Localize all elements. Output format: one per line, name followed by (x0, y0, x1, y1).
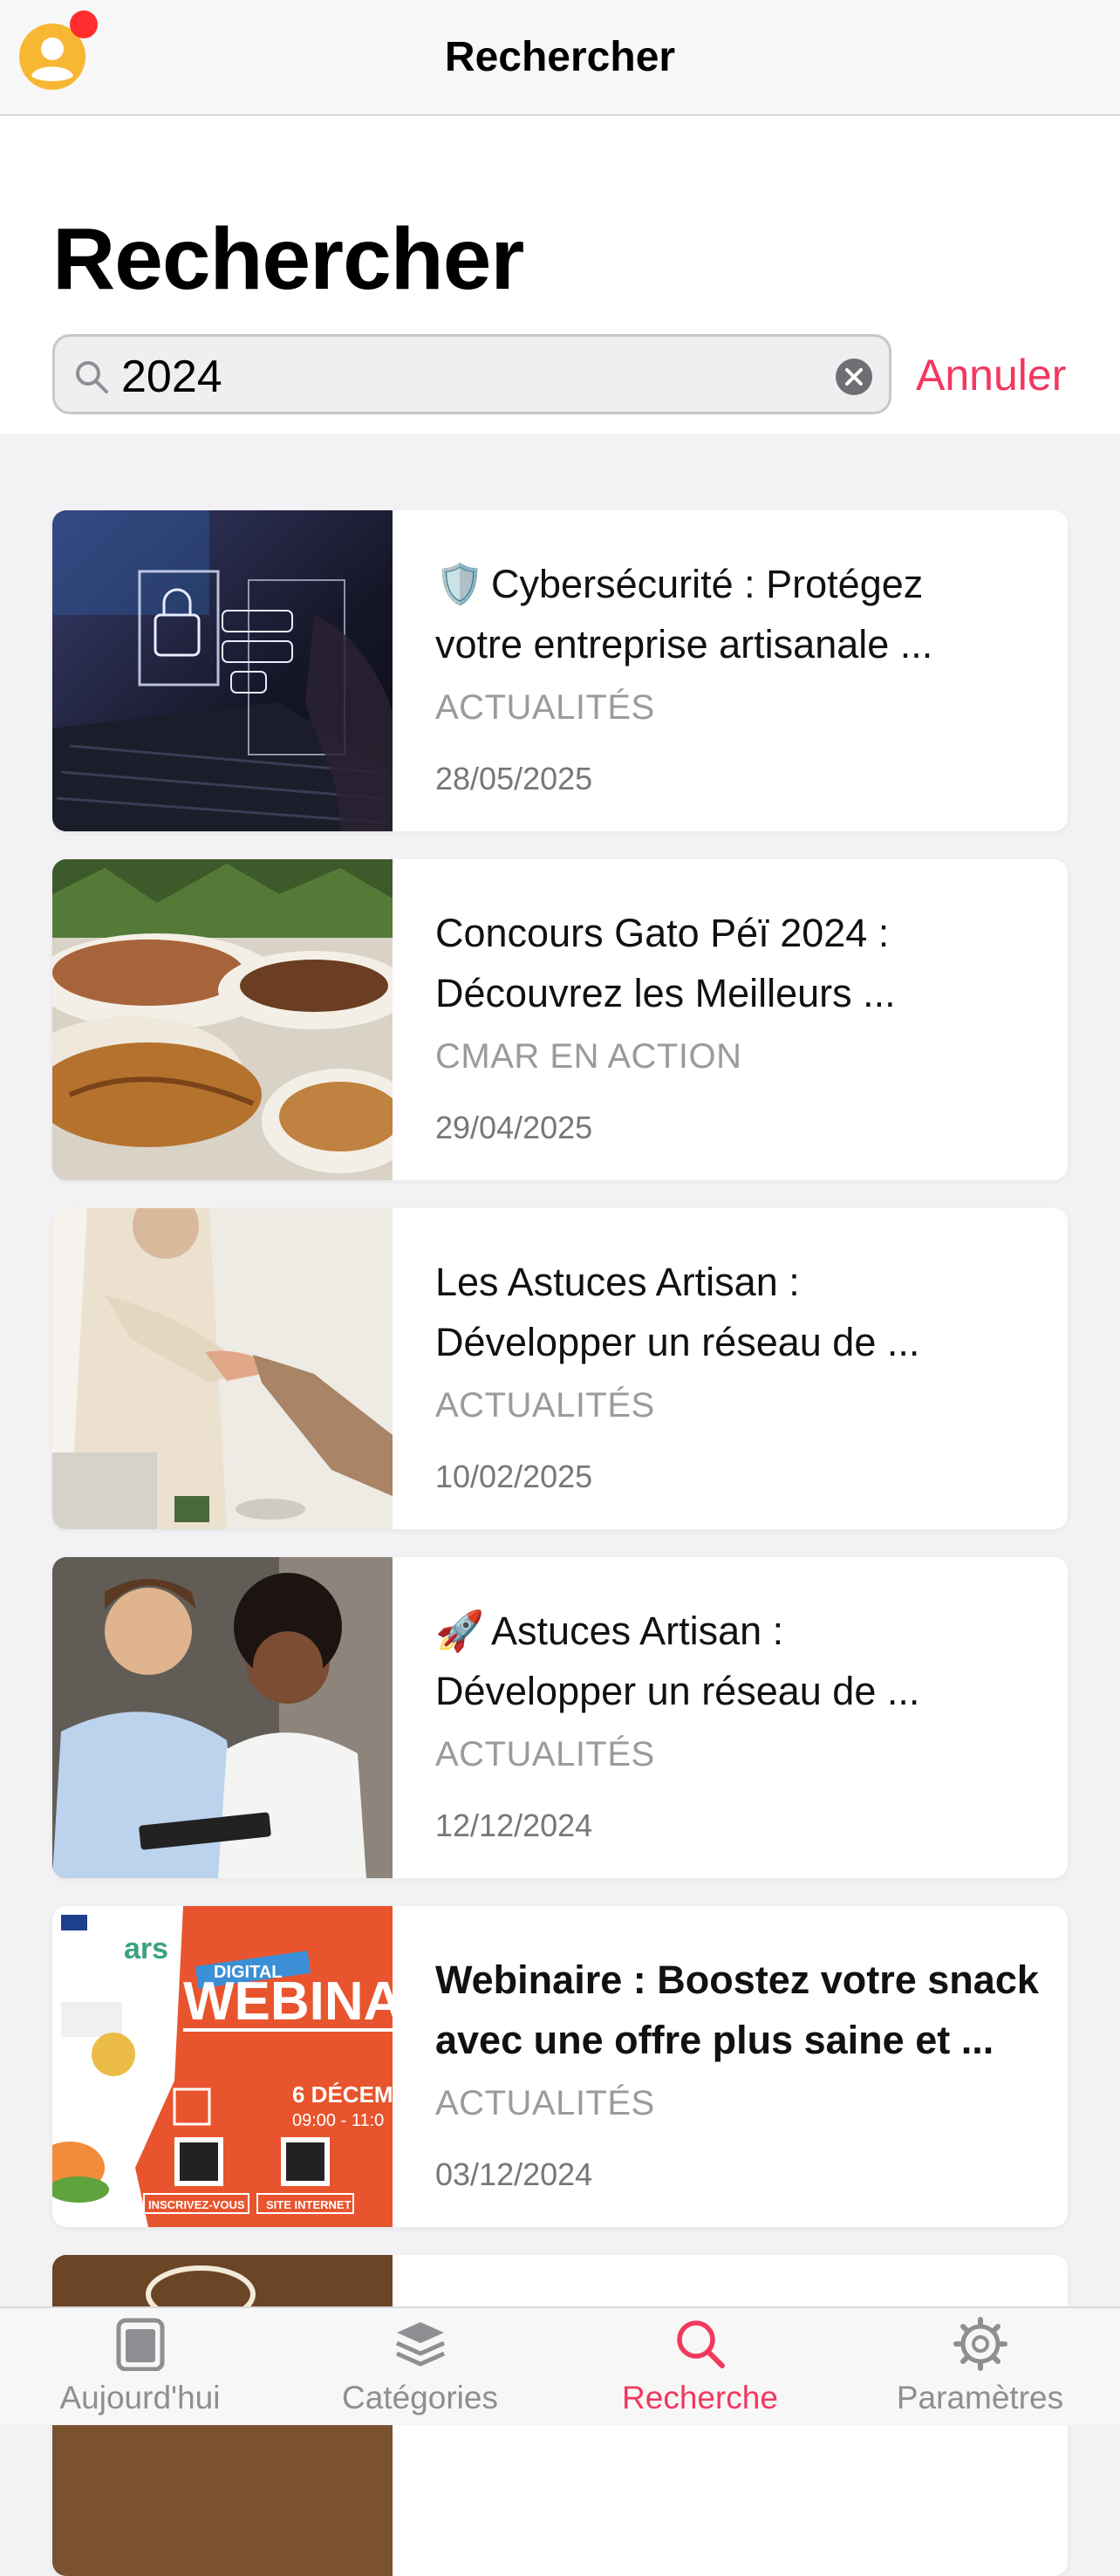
tab-settings[interactable]: Paramètres (840, 2308, 1120, 2425)
list-item[interactable]: Concours Gato Péï 2024 : Découvrez les M… (52, 859, 1068, 1180)
list-item[interactable]: 🛡️ Cybersécurité : Protégez votre entrepr… (52, 510, 1068, 831)
navigation-bar: Rechercher (0, 0, 1120, 116)
poster-button-website: SITE INTERNET (266, 2198, 352, 2211)
card-date: 28/05/2025 (435, 761, 593, 796)
card-category: CMAR EN ACTION (435, 1037, 742, 1076)
tab-today[interactable]: Aujourd'hui (0, 2308, 280, 2425)
card-date: 29/04/2025 (435, 1110, 593, 1145)
layers-icon (393, 2317, 447, 2371)
tab-label: Aujourd'hui (59, 2380, 221, 2415)
card-category: ACTUALITÉS (435, 1386, 655, 1425)
laptop-lock-image (52, 510, 393, 831)
notification-badge (70, 10, 98, 38)
card-category: ACTUALITÉS (435, 1735, 655, 1773)
search-header: Rechercher 2024 Annuler (0, 116, 1120, 434)
tab-bar: Aujourd'hui Catégories Recherche Paramèt… (0, 2306, 1120, 2425)
tab-label: Recherche (622, 2380, 778, 2415)
search-input[interactable]: 2024 (52, 334, 891, 414)
rocket-emoji-icon: 🚀 (435, 1609, 485, 1653)
card-category: ACTUALITÉS (435, 688, 655, 727)
shield-emoji-icon: 🛡️ (435, 562, 485, 606)
card-date: 12/12/2024 (435, 1807, 593, 1843)
cancel-button[interactable]: Annuler (916, 350, 1066, 400)
card-title: Les Astuces Artisan : Développer un rése… (435, 1260, 920, 1364)
list-item[interactable]: ars DIGITAL WEBINA 6 DÉCEMBR 09:00 - 11:… (52, 1906, 1068, 2227)
card-title: 🚀 Astuces Artisan : Développer un réseau … (435, 1609, 920, 1713)
gear-icon (953, 2317, 1007, 2371)
nav-title: Rechercher (444, 34, 676, 80)
card-date: 03/12/2024 (435, 2156, 593, 2192)
clear-icon[interactable] (835, 358, 873, 396)
poster-brand: ars (124, 1932, 168, 1965)
list-item[interactable]: 🚀 Astuces Artisan : Développer un réseau … (52, 1557, 1068, 1878)
card-date: 10/02/2025 (435, 1459, 593, 1494)
poster-headline: WEBINA (183, 1971, 393, 2032)
search-icon (673, 2317, 727, 2371)
tab-label: Paramètres (896, 2380, 1064, 2415)
poster-button-register: INSCRIVEZ-VOUS (148, 2198, 245, 2211)
card-title: Webinaire : Boostez votre snack avec une… (435, 1958, 1039, 2062)
page-title: Rechercher (52, 210, 524, 308)
poster-time: 09:00 - 11:0 (292, 2111, 384, 2130)
card-title: 🛡️ Cybersécurité : Protégez votre entrepr… (435, 562, 933, 666)
people-tablet-image (52, 1557, 393, 1878)
tab-categories[interactable]: Catégories (280, 2308, 560, 2425)
poster-date: 6 DÉCEMBR (292, 2081, 393, 2108)
card-title: Concours Gato Péï 2024 : Découvrez les M… (435, 911, 896, 1015)
pastries-image (52, 859, 393, 1180)
search-query: 2024 (121, 352, 222, 402)
today-icon (113, 2317, 167, 2372)
tab-search[interactable]: Recherche (560, 2308, 840, 2425)
card-category: ACTUALITÉS (435, 2084, 655, 2122)
magnifier-icon (72, 358, 111, 396)
webinar-poster-image: ars DIGITAL WEBINA 6 DÉCEMBR 09:00 - 11:… (52, 1906, 393, 2227)
list-item[interactable]: Les Astuces Artisan : Développer un rése… (52, 1208, 1068, 1529)
tab-label: Catégories (342, 2380, 498, 2415)
handshake-image (52, 1208, 393, 1529)
